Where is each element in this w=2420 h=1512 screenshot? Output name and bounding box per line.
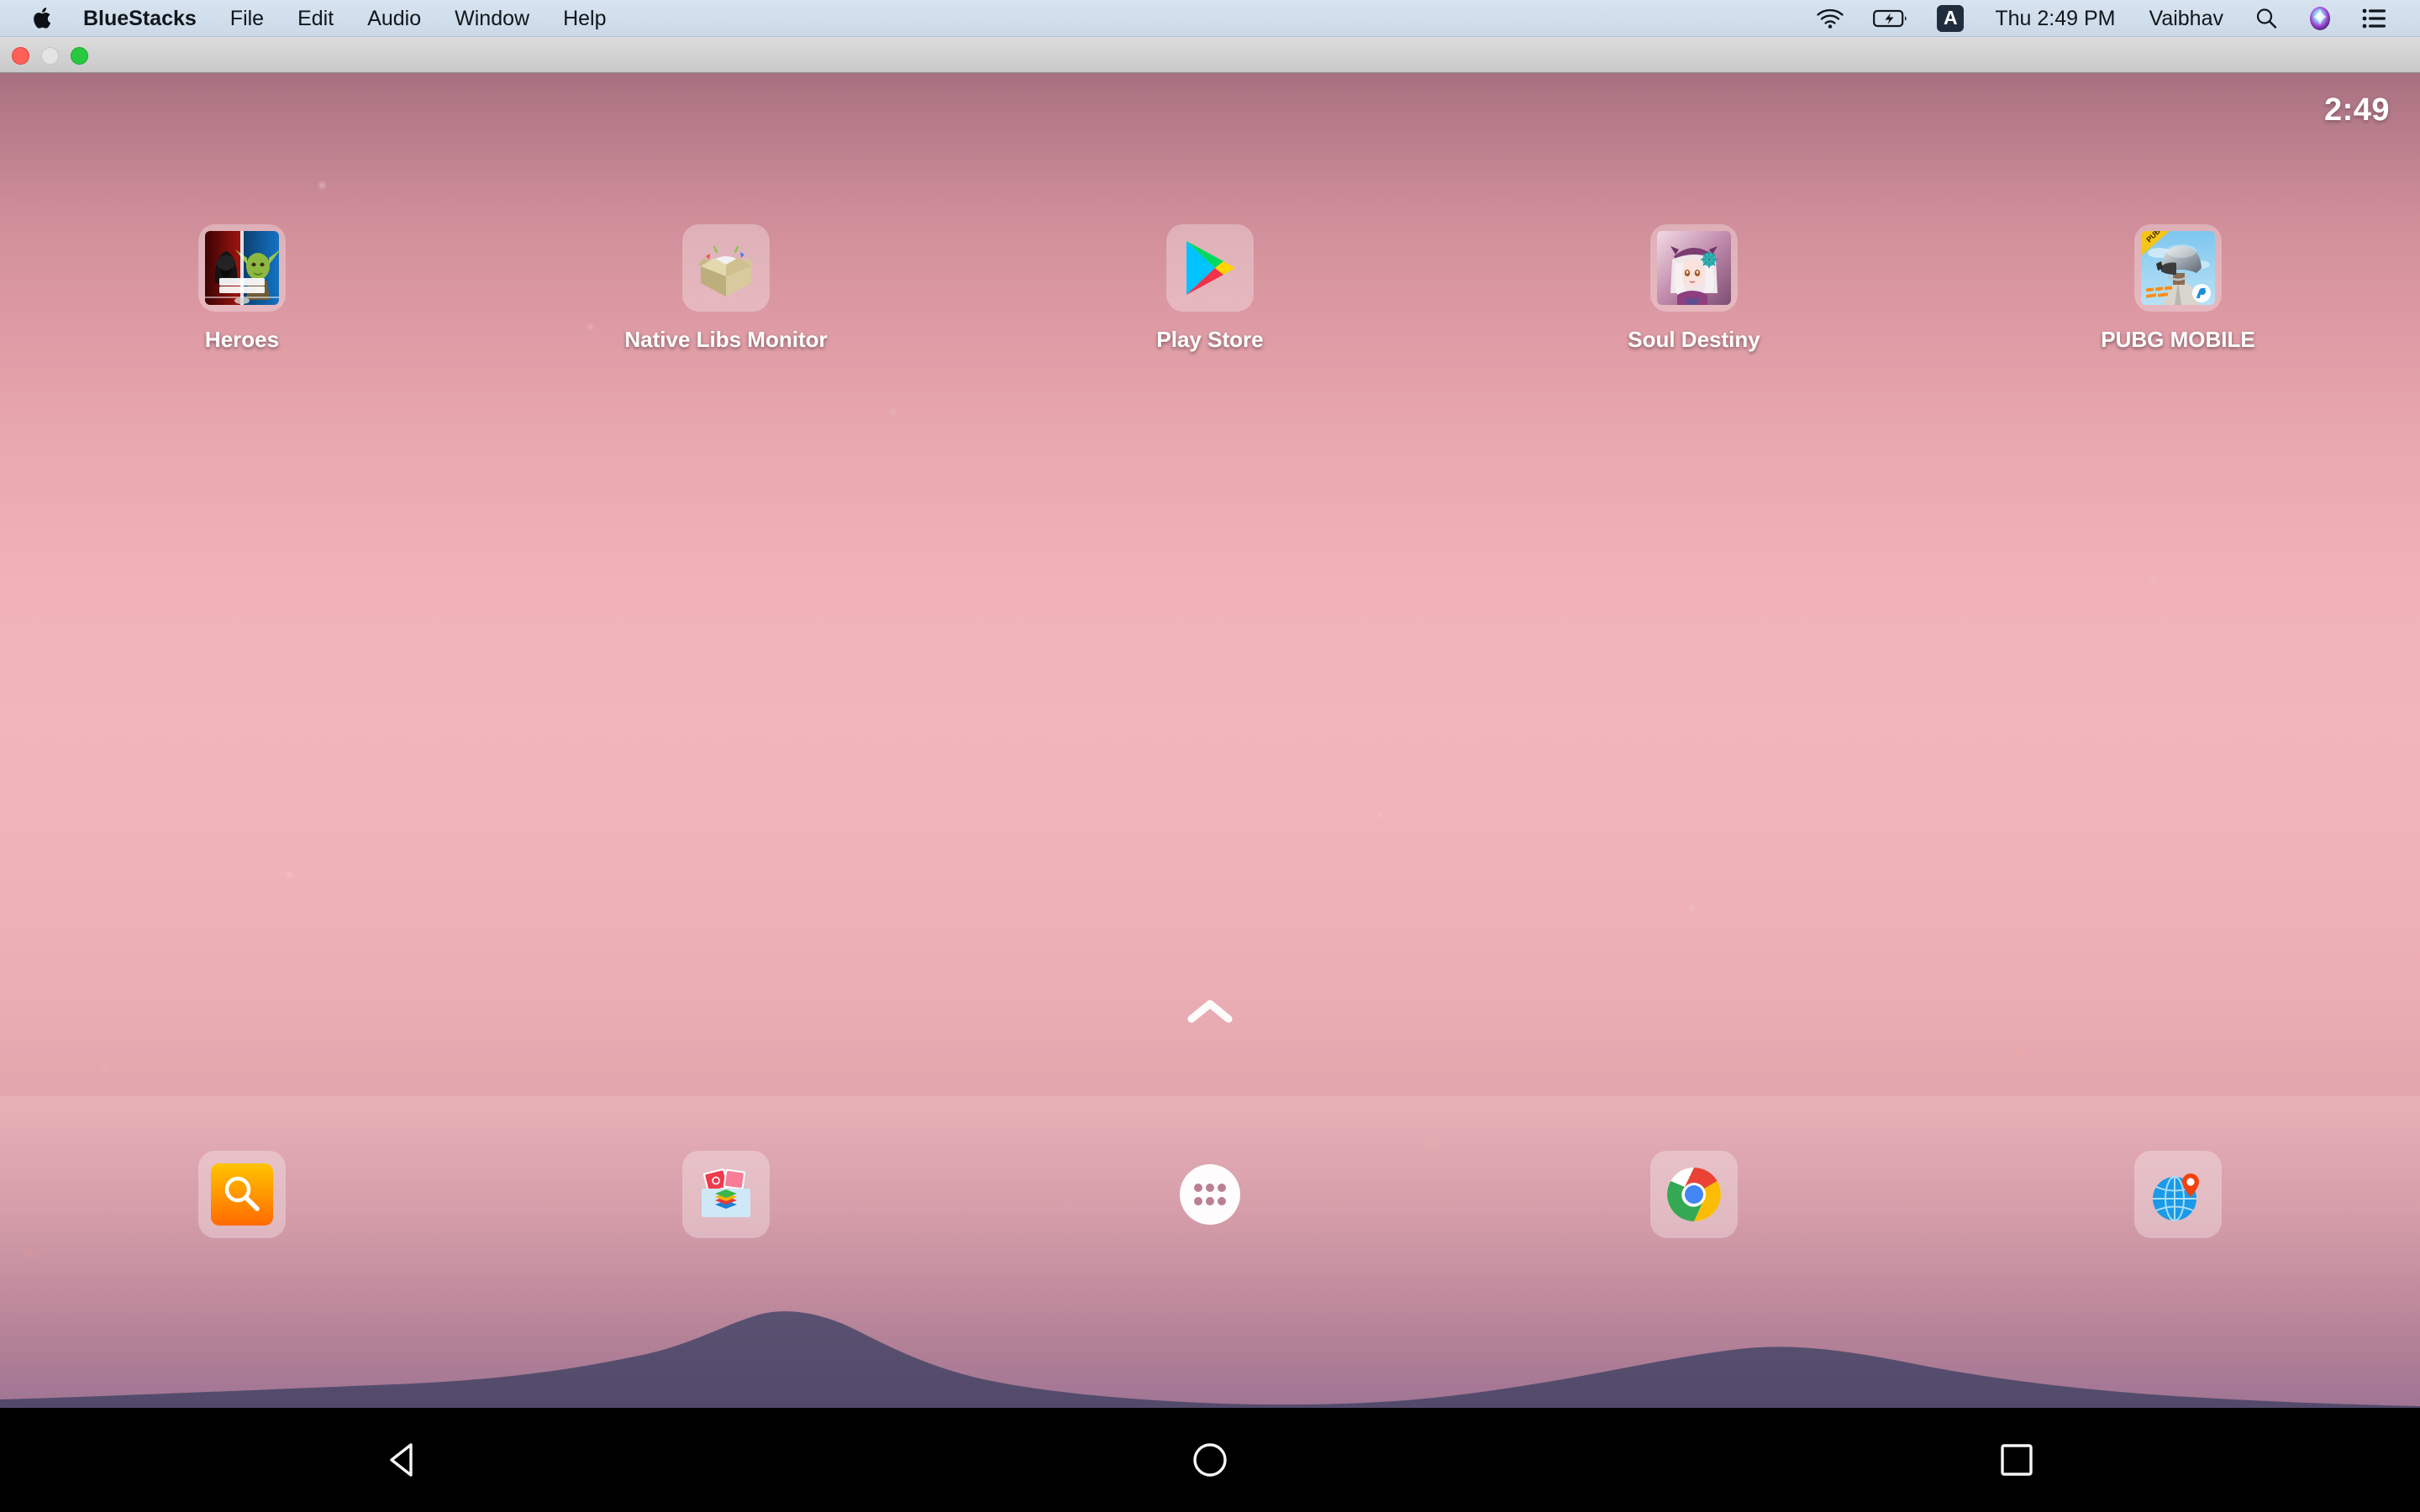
chevron-up-svg	[1187, 1000, 1233, 1023]
apple-logo-svg	[34, 8, 51, 29]
input-source-icon[interactable]: A	[1923, 0, 1978, 37]
app-item-play-store[interactable]: Play Store	[968, 224, 1452, 353]
zoom-button[interactable]	[71, 47, 88, 65]
control-center-icon-svg	[2362, 8, 2386, 28]
menu-bar-clock[interactable]: Thu 2:49 PM	[1978, 0, 2132, 37]
dock-item-chrome[interactable]	[1452, 1151, 1936, 1238]
wallpaper-speck	[891, 409, 896, 414]
star-wars-heroes-svg	[205, 231, 279, 305]
search-app-icon[interactable]	[198, 1151, 286, 1238]
menu-item-bluestacks[interactable]: BlueStacks	[66, 0, 213, 37]
menu-item-window[interactable]: Window	[438, 0, 546, 37]
nav-button-home[interactable]	[807, 1437, 1613, 1483]
back-triangle-icon	[390, 1443, 413, 1477]
wallpaper-speck	[286, 871, 292, 878]
wallpaper-speck	[2017, 1047, 2023, 1053]
minimize-button[interactable]	[41, 47, 59, 65]
dock-item-app-drawer[interactable]	[968, 1151, 1452, 1238]
dock-item-search[interactable]	[0, 1151, 484, 1238]
input-source-label: A	[1944, 7, 1958, 29]
search-icon-svg	[2256, 8, 2277, 29]
recents-square-icon	[2001, 1444, 2033, 1476]
nav-button-back[interactable]	[0, 1437, 807, 1483]
apple-logo-icon[interactable]	[18, 0, 66, 37]
app-label: PUBG MOBILE	[2101, 327, 2255, 352]
wallpaper-speck	[101, 1064, 108, 1072]
globe-pin-svg	[2153, 1173, 2199, 1221]
app-label: Play Store	[1156, 327, 1264, 352]
chrome-icon[interactable]	[1650, 1151, 1738, 1238]
siri-icon[interactable]	[2292, 0, 2348, 37]
android-status-clock: 2:49	[2323, 92, 2390, 128]
app-item-native-libs-monitor[interactable]: Native Libs Monitor	[484, 224, 968, 353]
android-navigation-bar	[0, 1408, 2420, 1512]
menu-bar-left: BlueStacks File Edit Audio Window Help	[0, 0, 623, 37]
search-icon[interactable]	[2240, 0, 2292, 37]
battery-icon-svg	[1873, 9, 1907, 27]
media-manager-svg	[702, 1168, 750, 1217]
menu-item-file[interactable]: File	[213, 0, 281, 37]
chevron-up-icon[interactable]	[1186, 997, 1234, 1026]
menu-item-audio[interactable]: Audio	[350, 0, 438, 37]
app-item-heroes[interactable]: Heroes	[0, 224, 484, 353]
chrome-svg	[1667, 1168, 1721, 1221]
dock-item-media[interactable]	[484, 1151, 968, 1238]
android-screen: 2:49 Heroes Native Libs Monitor Play Sto…	[0, 73, 2420, 1512]
home-dock	[0, 1096, 2420, 1409]
search-app-svg	[211, 1163, 273, 1226]
native-libs-monitor-icon[interactable]	[682, 224, 770, 312]
wifi-icon-svg	[1817, 8, 1844, 29]
app-item-soul-destiny[interactable]: Soul Destiny	[1452, 224, 1936, 353]
macos-menu-bar: BlueStacks File Edit Audio Window Help A…	[0, 0, 2420, 37]
app-label: Native Libs Monitor	[624, 327, 828, 352]
app-item-pubg-mobile[interactable]: PUBG PUBG MOBILE	[1936, 224, 2420, 353]
app-label: Soul Destiny	[1628, 327, 1760, 352]
dock-row	[0, 1151, 2420, 1238]
wifi-icon[interactable]	[1802, 0, 1859, 37]
control-center-icon[interactable]	[2348, 0, 2402, 37]
soul-destiny-svg	[1657, 231, 1731, 305]
menu-item-help[interactable]: Help	[546, 0, 623, 37]
play-store-icon[interactable]	[1166, 224, 1254, 312]
play-store-svg	[1186, 241, 1235, 295]
wallpaper-speck	[2151, 577, 2155, 581]
close-button[interactable]	[12, 47, 29, 65]
pubg-mobile-icon[interactable]: PUBG	[2134, 224, 2222, 312]
app-drawer-svg	[1180, 1164, 1240, 1225]
pubg-mobile-svg: PUBG	[2141, 231, 2215, 305]
app-drawer-icon[interactable]	[1166, 1151, 1254, 1238]
dock-item-browser[interactable]	[1936, 1151, 2420, 1238]
menu-bar-status-area: A Thu 2:49 PM Vaibhav	[1802, 0, 2420, 37]
app-label: Heroes	[204, 327, 280, 352]
home-circle-icon	[1193, 1443, 1227, 1477]
media-manager-icon[interactable]	[682, 1151, 770, 1238]
battery-charging-icon[interactable]	[1859, 0, 1923, 37]
soul-destiny-icon[interactable]	[1650, 224, 1738, 312]
menu-item-edit[interactable]: Edit	[281, 0, 350, 37]
siri-icon-svg	[2310, 6, 2330, 30]
window-controls	[12, 47, 88, 65]
nav-button-recents[interactable]	[1613, 1437, 2420, 1483]
globe-pin-icon[interactable]	[2134, 1151, 2222, 1238]
window-title-bar	[0, 37, 2420, 73]
home-screen-app-grid: Heroes Native Libs Monitor Play Store So…	[0, 224, 2420, 353]
wallpaper-speck	[1378, 812, 1383, 817]
wallpaper-speck	[1689, 905, 1695, 911]
native-libs-monitor-svg	[697, 245, 755, 297]
star-wars-heroes-icon[interactable]	[198, 224, 286, 312]
wallpaper-speck	[319, 182, 325, 188]
menu-bar-user[interactable]: Vaibhav	[2133, 0, 2241, 37]
